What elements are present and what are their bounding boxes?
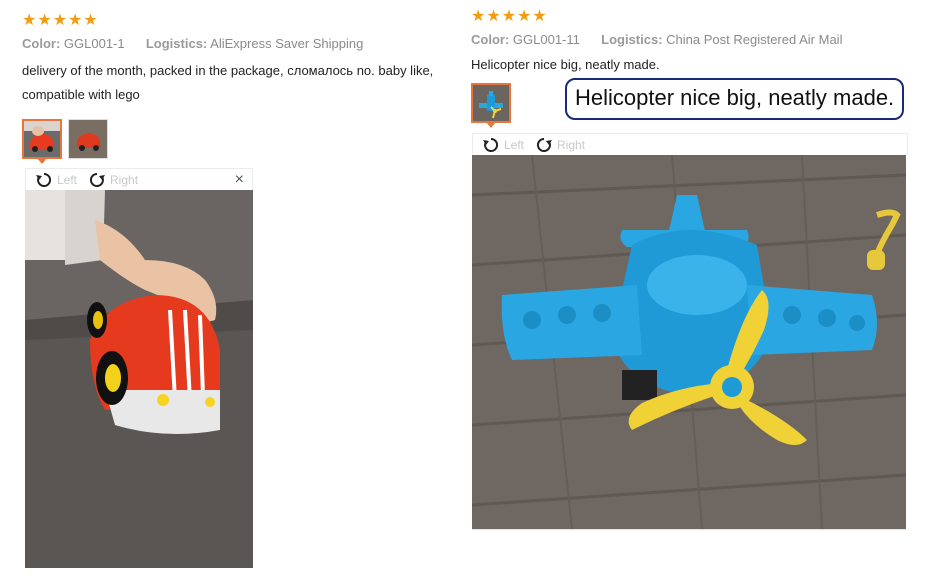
viewer-toolbar: Left Right ×: [25, 168, 253, 190]
review-text: delivery of the month, packed in the pac…: [22, 59, 452, 107]
star-icon: ★: [486, 8, 501, 25]
rotate-right-label: Right: [110, 172, 139, 187]
star-icon: ★: [68, 12, 83, 29]
rotate-left-icon: [483, 137, 499, 152]
review-card-1: ★ ★ ★ ★ ★ Color: GGL001-1 Logistics: Ali…: [22, 12, 452, 164]
photo-viewer-2: Left Right: [472, 133, 908, 533]
star-icon: ★: [83, 12, 98, 29]
star-icon: ★: [501, 8, 517, 25]
toy-car-thumbnail-image: [24, 121, 60, 157]
photo-thumbnail-1[interactable]: [471, 83, 511, 128]
rating-stars: ★ ★ ★ ★ ★: [471, 8, 921, 26]
photo-thumbnails: [22, 119, 452, 164]
rotate-right-icon: [89, 172, 106, 187]
color-label: Color:: [22, 36, 61, 51]
review-text-line: Helicopter nice big, neatly made.: [471, 57, 660, 72]
rotate-right-icon: [536, 137, 553, 152]
photo-viewer-1: Left Right ×: [25, 168, 253, 568]
rotate-left-icon: [36, 172, 52, 187]
star-icon: ★: [52, 12, 68, 29]
review-text-line: delivery of the month, packed in the pac…: [22, 63, 434, 78]
photo-thumbnail-2[interactable]: [68, 119, 108, 159]
logistics-label: Logistics:: [145, 36, 208, 51]
review-text-line: compatible with lego: [22, 87, 140, 102]
review-text-tooltip: Helicopter nice big, neatly made.: [565, 78, 905, 120]
color-value: GGL001-11: [512, 32, 580, 47]
review-meta: Color: GGL001-11 Logistics: China Post R…: [471, 32, 921, 47]
rotate-right-button[interactable]: Right: [534, 135, 585, 155]
rotate-right-label: Right: [557, 137, 586, 152]
rating-stars: ★ ★ ★ ★ ★: [22, 12, 452, 30]
toy-plane-thumbnail-image: [473, 85, 509, 121]
review-photo-toy-plane: [472, 155, 906, 530]
review-text: Helicopter nice big, neatly made.: [471, 53, 921, 77]
logistics-value: AliExpress Saver Shipping: [210, 36, 364, 51]
logistics-value: China Post Registered Air Mail: [666, 32, 843, 47]
rotate-right-button[interactable]: Right: [87, 170, 138, 190]
close-icon[interactable]: ×: [235, 171, 244, 188]
review-meta: Color: GGL001-1 Logistics: AliExpress Sa…: [22, 36, 452, 51]
color-label: Color:: [471, 32, 510, 47]
review-photo-toy-car: [25, 190, 253, 568]
rotate-left-label: Left: [504, 137, 525, 152]
rotate-left-label: Left: [57, 172, 78, 187]
toy-car-thumbnail-image: [69, 120, 107, 158]
photo-thumbnail-1[interactable]: [22, 119, 62, 164]
star-icon: ★: [517, 8, 532, 25]
viewer-toolbar: Left Right: [472, 133, 908, 155]
rotate-left-button[interactable]: Left: [481, 135, 524, 155]
star-icon: ★: [22, 12, 37, 29]
color-value: GGL001-1: [63, 36, 125, 51]
star-icon: ★: [37, 12, 52, 29]
logistics-label: Logistics:: [601, 32, 663, 47]
star-icon: ★: [532, 8, 547, 25]
star-icon: ★: [471, 8, 486, 25]
rotate-left-button[interactable]: Left: [34, 170, 77, 190]
